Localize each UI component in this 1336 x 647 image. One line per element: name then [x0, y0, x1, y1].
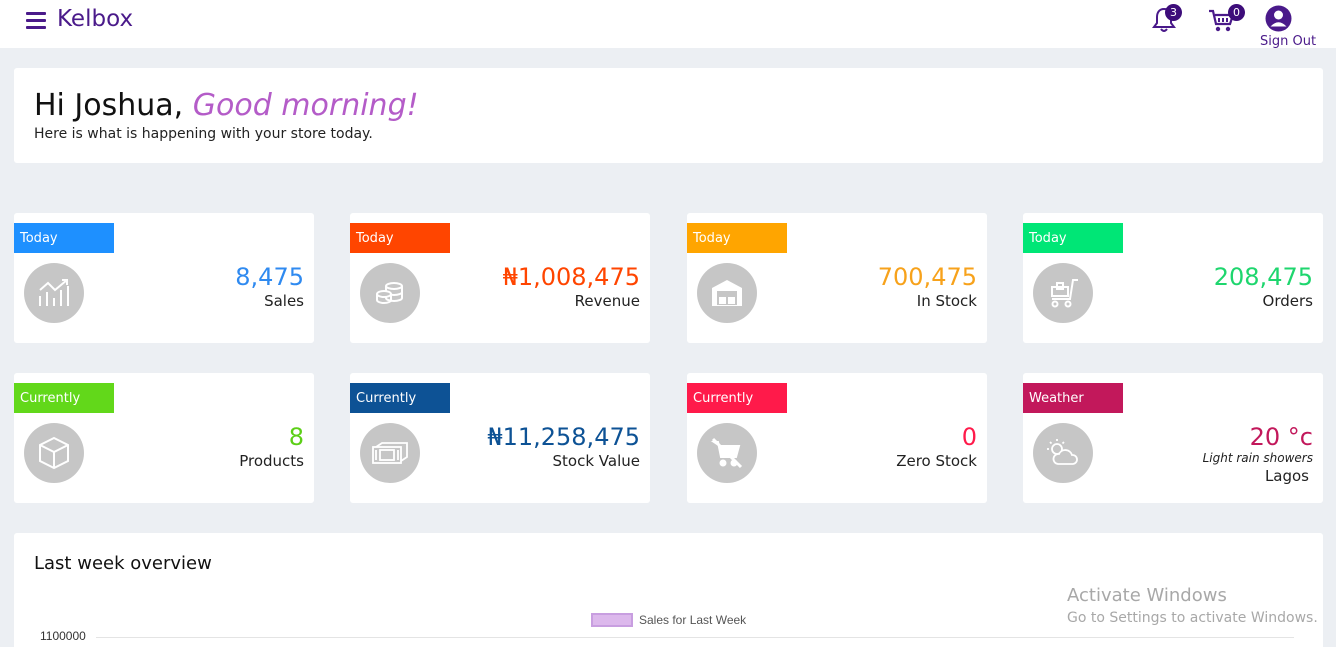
orders-card[interactable]: Today 208,475 Orders — [1023, 213, 1323, 343]
greeting-salutation: Good morning! — [192, 88, 419, 123]
weather-description: Light rain showers — [1202, 451, 1313, 465]
in-stock-value: 700,475 — [877, 263, 977, 291]
orders-value: 208,475 — [1213, 263, 1313, 291]
weather-temperature: 20 °c — [1249, 423, 1313, 451]
sales-value: 8,475 — [235, 263, 304, 291]
in-stock-card[interactable]: Today 700,475 In Stock — [687, 213, 987, 343]
greeting-heading: Hi Joshua, Good morning! — [34, 88, 419, 123]
greeting-panel: Hi Joshua, Good morning! Here is what is… — [14, 68, 1323, 163]
cash-icon — [360, 423, 420, 483]
orders-label: Orders — [1262, 292, 1313, 310]
chart-legend[interactable]: Sales for Last Week — [591, 613, 746, 627]
card-tag: Currently — [687, 383, 787, 413]
cart-icon[interactable]: 0 — [1207, 4, 1245, 38]
user-account-icon[interactable] — [1265, 5, 1292, 36]
brand-logo[interactable]: Kelbox — [57, 6, 133, 32]
card-tag: Today — [14, 223, 114, 253]
menu-icon[interactable] — [26, 12, 46, 30]
products-card[interactable]: Currently 8 Products — [14, 373, 314, 503]
activate-windows-watermark: Activate Windows — [1067, 585, 1227, 606]
sales-card[interactable]: Today 8,475 Sales — [14, 213, 314, 343]
stock-value-label: Stock Value — [552, 452, 640, 470]
top-bar: Kelbox 3 0 Sign Out — [0, 0, 1336, 49]
zero-stock-card[interactable]: Currently 0 Zero Stock — [687, 373, 987, 503]
stock-value-amount: ₦11,258,475 — [487, 423, 640, 451]
overview-title: Last week overview — [34, 553, 212, 574]
revenue-value: ₦1,008,475 — [502, 263, 640, 291]
revenue-card[interactable]: Today ₦1,008,475 Revenue — [350, 213, 650, 343]
cart-badge: 0 — [1228, 4, 1245, 21]
activate-windows-subtext: Go to Settings to activate Windows. — [1067, 610, 1318, 626]
card-tag: Currently — [350, 383, 450, 413]
card-tag: Currently — [14, 383, 114, 413]
stock-value-card[interactable]: Currently ₦11,258,475 Stock Value — [350, 373, 650, 503]
card-tag: Today — [350, 223, 450, 253]
in-stock-label: In Stock — [916, 292, 977, 310]
legend-swatch — [591, 613, 633, 627]
warehouse-icon — [697, 263, 757, 323]
coins-icon — [360, 263, 420, 323]
sales-chart-icon — [24, 263, 84, 323]
box-icon — [24, 423, 84, 483]
y-axis-tick: 1100000 — [40, 629, 86, 643]
products-value: 8 — [288, 423, 304, 451]
revenue-label: Revenue — [574, 292, 640, 310]
weather-card[interactable]: Weather 20 °c Light rain showers Lagos — [1023, 373, 1323, 503]
chart-gridline — [96, 637, 1294, 638]
legend-label: Sales for Last Week — [639, 613, 747, 627]
card-tag: Today — [1023, 223, 1123, 253]
products-label: Products — [239, 452, 304, 470]
greeting-subtitle: Here is what is happening with your stor… — [34, 126, 373, 142]
sign-out-link[interactable]: Sign Out — [1260, 34, 1316, 49]
greeting-name: Hi Joshua, — [34, 88, 184, 123]
no-cart-icon — [697, 423, 757, 483]
weather-cloud-sun-icon — [1033, 423, 1093, 483]
sales-label: Sales — [264, 292, 304, 310]
cart-icon — [1033, 263, 1093, 323]
card-tag: Today — [687, 223, 787, 253]
card-tag: Weather — [1023, 383, 1123, 413]
zero-stock-value: 0 — [961, 423, 977, 451]
notification-badge: 3 — [1165, 4, 1182, 21]
zero-stock-label: Zero Stock — [896, 452, 977, 470]
notification-bell-icon[interactable]: 3 — [1152, 4, 1182, 38]
weather-city: Lagos — [1264, 467, 1309, 485]
